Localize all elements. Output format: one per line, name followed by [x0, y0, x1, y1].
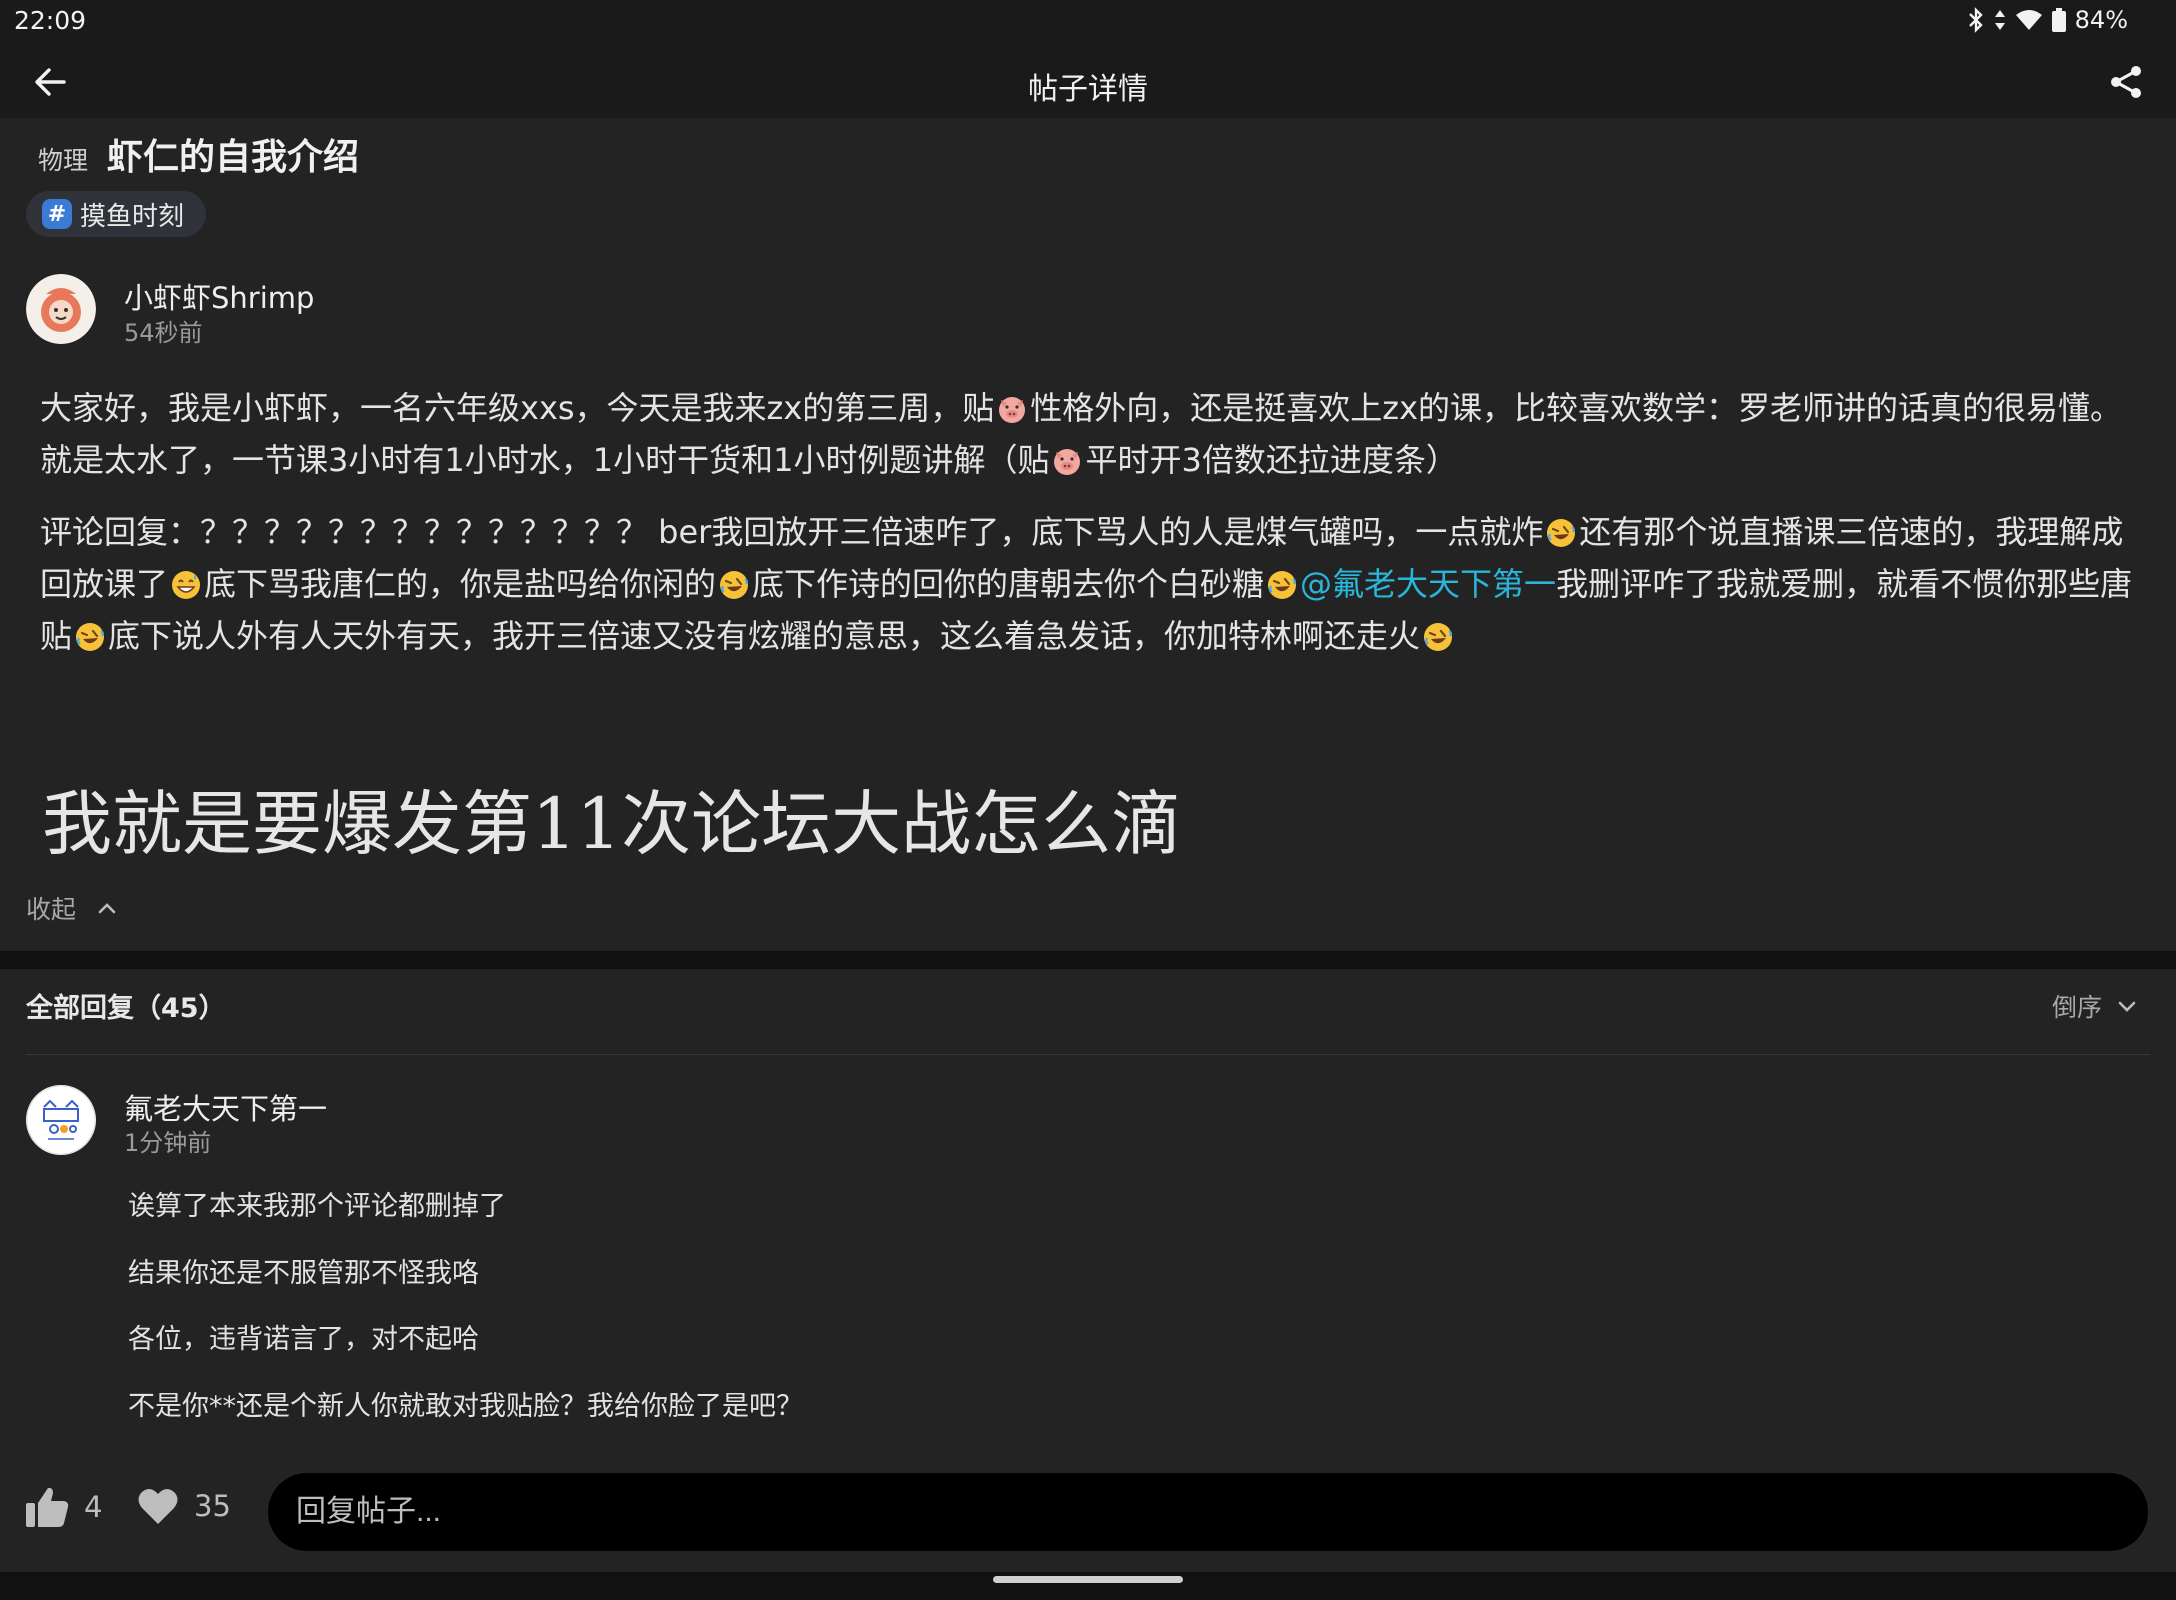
- post-text: 底下作诗的回你的唐朝去你个白砂糖: [752, 565, 1265, 603]
- battery-icon: [2051, 8, 2066, 32]
- post-paragraph: 大家好，我是小虾虾，一名六年级xxs，今天是我来zx的第三周，贴 性格外向，还是挺…: [40, 382, 2140, 486]
- reply-input[interactable]: [268, 1473, 2148, 1551]
- post-text: 底下骂我唐仁的，你是盐吗给你闲的: [204, 565, 717, 603]
- heart-icon: [138, 1488, 178, 1524]
- post-time: 54秒前: [124, 319, 203, 347]
- like-count: 4: [84, 1490, 103, 1524]
- post-text: 大家好，我是小虾虾，一名六年级xxs，今天是我来zx的第三周，贴: [40, 389, 995, 427]
- favorite-count: 35: [194, 1489, 231, 1523]
- like-button[interactable]: 4: [24, 1484, 102, 1530]
- hashtag-icon: #: [42, 199, 72, 229]
- post-category: 物理: [38, 146, 89, 175]
- post-text: 评论回复：？？？？？？？？？？？？？？ ber我回放开三倍速咋了，底下骂人的人是…: [40, 513, 1544, 551]
- post-large-text: 我就是要爆发第11次论坛大战怎么滴: [42, 783, 1182, 865]
- author-avatar[interactable]: [26, 274, 96, 344]
- sort-label: 倒序: [2051, 993, 2102, 1022]
- rofl-emoji-icon: [1268, 571, 1297, 599]
- divider: [26, 1054, 2150, 1055]
- reply-text-line: 不是你**还是个新人你就敢对我贴脸？我给你脸了是吧？: [128, 1391, 803, 1422]
- pig-emoji-icon: [999, 397, 1026, 423]
- status-bar: [0, 0, 2176, 42]
- reply-author-avatar[interactable]: [26, 1085, 96, 1155]
- wifi-icon: [2015, 10, 2042, 30]
- collapse-label: 收起: [26, 895, 77, 924]
- page-title: 帖子详情: [1028, 72, 1148, 107]
- rofl-emoji-icon: [720, 571, 749, 599]
- share-icon: [2111, 66, 2141, 98]
- user-mention-link[interactable]: @氟老大天下第一: [1300, 565, 1556, 603]
- data-arrows-icon: [1994, 10, 2005, 30]
- post-paragraph: 评论回复：？？？？？？？？？？？？？？ ber我回放开三倍速咋了，底下骂人的人是…: [40, 506, 2140, 662]
- rofl-emoji-icon: [1547, 519, 1576, 547]
- reply-text-line: 各位，违背诺言了，对不起哈: [128, 1324, 479, 1355]
- favorite-button[interactable]: 35: [136, 1484, 231, 1528]
- post-title: 虾仁的自我介绍: [107, 137, 360, 178]
- pig-emoji-icon: [1054, 449, 1081, 475]
- status-icons: 84%: [1967, 6, 2128, 34]
- post-text: 底下说人外有人天外有天，我开三倍速又没有炫耀的意思，这么着急发话，你加特林啊还走…: [108, 617, 1421, 655]
- replies-header: 全部回复（45）: [26, 993, 226, 1024]
- chevron-up-icon: [98, 903, 116, 914]
- battery-percent: 84%: [2074, 6, 2128, 34]
- rofl-emoji-icon: [76, 623, 105, 651]
- section-divider: [0, 951, 2176, 969]
- post-text: 平时开3倍数还拉进度条）: [1085, 441, 1458, 479]
- grin-sweat-emoji-icon: [172, 571, 201, 599]
- reply-text-line: 诶算了本来我那个评论都删掉了: [128, 1191, 506, 1222]
- reply-text-line: 结果你还是不服管那不怪我咯: [128, 1258, 479, 1289]
- rofl-emoji-icon: [1424, 623, 1453, 651]
- topic-tag-label: 摸鱼时刻: [80, 201, 185, 232]
- sort-dropdown[interactable]: 倒序: [2052, 988, 2138, 1024]
- chevron-down-icon: [2118, 1001, 2136, 1012]
- collapse-button[interactable]: 收起: [26, 890, 118, 926]
- reply-time: 1分钟前: [124, 1129, 212, 1157]
- author-name[interactable]: 小虾虾Shrimp: [124, 275, 314, 317]
- status-time: 22:09: [14, 6, 87, 35]
- topic-tag[interactable]: # 摸鱼时刻: [26, 191, 207, 237]
- bluetooth-icon: [1968, 7, 1983, 33]
- thumbs-up-icon: [26, 1487, 69, 1527]
- post-body: 大家好，我是小虾虾，一名六年级xxs，今天是我来zx的第三周，贴 性格外向，还是挺…: [40, 382, 2140, 682]
- reply-author-name[interactable]: 氟老大天下第一: [124, 1086, 327, 1128]
- share-button[interactable]: [2100, 56, 2152, 108]
- home-indicator[interactable]: [993, 1576, 1183, 1583]
